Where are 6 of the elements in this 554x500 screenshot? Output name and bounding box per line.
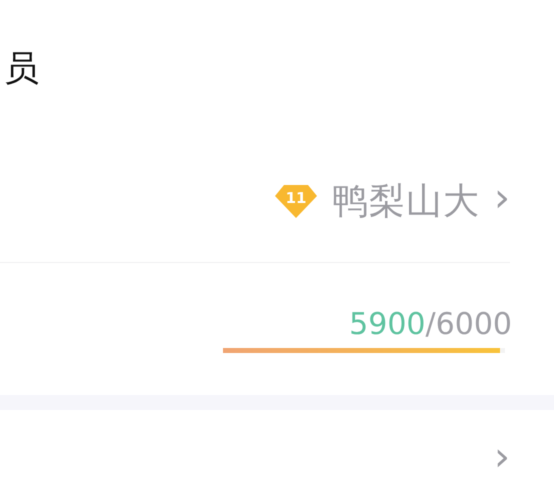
chevron-icon[interactable]: › xyxy=(494,437,510,477)
member-name[interactable]: 鸭梨山大 xyxy=(332,176,480,226)
progress-reading: 5900/6000 xyxy=(349,307,512,342)
level-badge: 11 xyxy=(274,183,318,219)
chevron-icon[interactable]: › xyxy=(494,178,510,218)
page-title: 员 xyxy=(4,48,39,90)
